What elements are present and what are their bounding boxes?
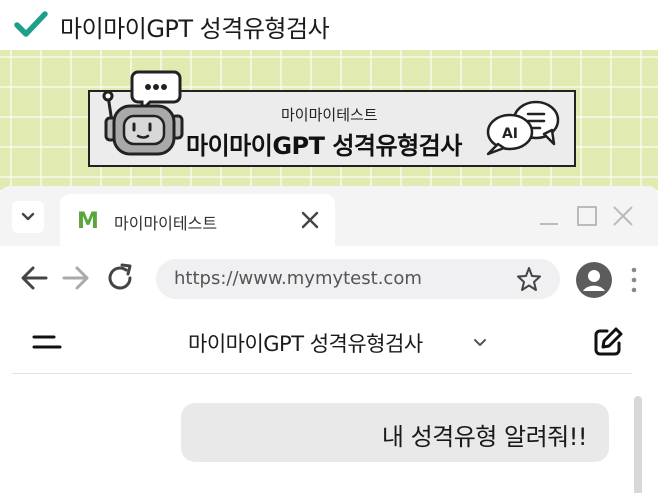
chat-bubbles-icon: AI: [486, 100, 560, 156]
kebab-icon[interactable]: [628, 266, 640, 294]
tab-title: 마이마이테스트: [114, 214, 218, 233]
user-message-bubble: 내 성격유형 알려줘!!: [181, 403, 609, 462]
edit-icon[interactable]: [592, 326, 624, 358]
favicon-letter: M: [77, 209, 99, 232]
ai-label: AI: [502, 126, 518, 142]
chevron-down-icon[interactable]: [472, 335, 488, 351]
robot-icon: [102, 70, 184, 156]
navigation-bar: https://www.mymytest.com: [0, 246, 658, 308]
tab-strip: M 마이마이테스트: [0, 186, 658, 246]
browser-window: M 마이마이테스트 https://www.mymytest.com 마이마이G…: [0, 186, 658, 493]
window-controls: [538, 204, 638, 228]
star-icon[interactable]: [516, 266, 542, 292]
banner-subtitle: 마이마이테스트: [281, 106, 378, 124]
favicon-icon: M: [77, 209, 99, 232]
window-close-icon[interactable]: [612, 204, 634, 228]
check-icon: [14, 11, 48, 37]
close-icon[interactable]: [298, 208, 322, 232]
user-message-text: 내 성격유형 알려줘!!: [381, 423, 588, 451]
avatar-icon[interactable]: [576, 262, 612, 298]
page-title[interactable]: 마이마이GPT 성격유형검사: [188, 328, 423, 358]
header-title: 마이마이GPT 성격유형검사: [60, 15, 330, 43]
back-icon[interactable]: [18, 262, 50, 294]
banner-title: 마이마이GPT 성격유형검사: [186, 132, 462, 160]
maximize-icon[interactable]: [576, 204, 598, 228]
url-text[interactable]: https://www.mymytest.com: [174, 268, 422, 289]
scrollbar[interactable]: [634, 396, 642, 493]
divider: [12, 373, 632, 374]
page-content: 마이마이GPT 성격유형검사 내 성격유형 알려줘!!: [0, 308, 658, 493]
forward-icon[interactable]: [60, 262, 92, 294]
reload-icon[interactable]: [104, 262, 136, 294]
address-bar[interactable]: https://www.mymytest.com: [156, 259, 560, 299]
top-header: 마이마이GPT 성격유형검사: [0, 0, 658, 50]
menu-icon[interactable]: [30, 330, 62, 354]
tab-dropdown-icon: [21, 212, 35, 221]
minimize-icon[interactable]: [538, 204, 560, 228]
browser-tab[interactable]: M 마이마이테스트: [60, 194, 335, 246]
tab-dropdown-button[interactable]: [12, 201, 44, 233]
